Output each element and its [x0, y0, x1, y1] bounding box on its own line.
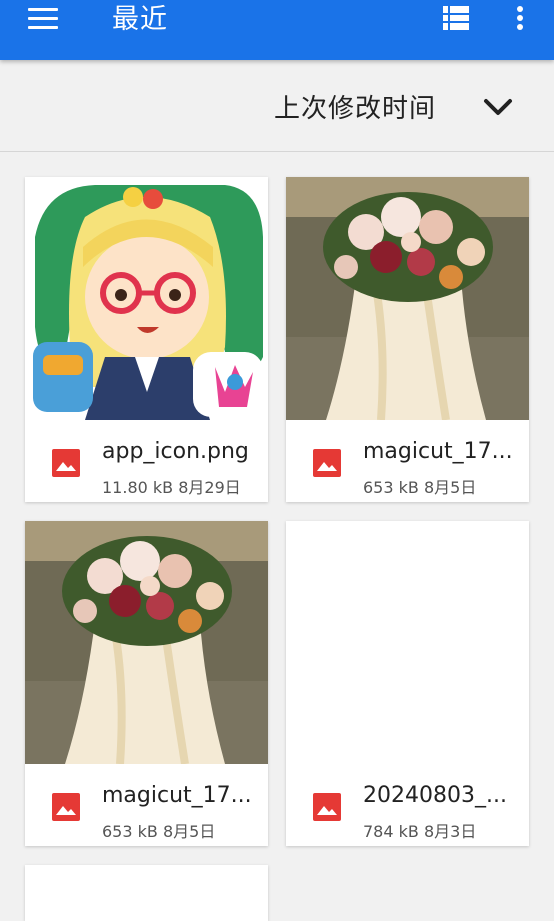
file-meta: 11.80 kB 8月29日	[102, 474, 241, 498]
chevron-down-icon[interactable]	[482, 96, 514, 118]
file-info: 20240803_... 784 kB 8月3日	[286, 764, 529, 846]
file-size: 11.80 kB	[102, 478, 174, 497]
file-meta: 653 kB 8月5日	[102, 818, 215, 842]
file-date: 8月5日	[423, 478, 477, 497]
thumbnail-image	[286, 521, 529, 764]
file-card[interactable]: app_icon.png 11.80 kB 8月29日	[25, 177, 268, 502]
file-name: 20240803_...	[363, 783, 507, 808]
sort-label[interactable]: 上次修改时间	[274, 88, 436, 125]
file-meta: 653 kB 8月5日	[363, 474, 476, 498]
file-date: 8月3日	[423, 822, 477, 841]
file-info: magicut_17... 653 kB 8月5日	[25, 764, 268, 846]
file-size: 784 kB	[363, 822, 419, 841]
file-info: app_icon.png 11.80 kB 8月29日	[25, 420, 268, 502]
image-file-icon	[52, 449, 80, 477]
file-info: magicut_17... 653 kB 8月5日	[286, 420, 529, 502]
file-grid: app_icon.png 11.80 kB 8月29日 magicut_17..…	[0, 152, 554, 921]
file-name: magicut_17...	[102, 783, 252, 808]
hamburger-menu-icon[interactable]	[28, 6, 58, 30]
file-card[interactable]: magicut_17... 653 kB 8月5日	[286, 177, 529, 502]
thumbnail-image	[25, 177, 268, 420]
file-size: 653 kB	[102, 822, 158, 841]
file-date: 8月5日	[162, 822, 216, 841]
file-card[interactable]	[25, 865, 268, 921]
file-size: 653 kB	[363, 478, 419, 497]
list-view-icon[interactable]	[443, 6, 469, 30]
file-card[interactable]: magicut_17... 653 kB 8月5日	[25, 521, 268, 846]
app-bar: 最近	[0, 0, 554, 60]
file-meta: 784 kB 8月3日	[363, 818, 476, 842]
file-name: app_icon.png	[102, 439, 249, 464]
image-file-icon	[52, 793, 80, 821]
more-vert-icon[interactable]	[509, 4, 531, 32]
thumbnail-image	[286, 177, 529, 420]
file-card[interactable]: 20240803_... 784 kB 8月3日	[286, 521, 529, 846]
image-file-icon	[313, 793, 341, 821]
thumbnail-image	[25, 521, 268, 764]
file-name: magicut_17...	[363, 439, 513, 464]
file-date: 8月29日	[178, 478, 241, 497]
image-file-icon	[313, 449, 341, 477]
page-title: 最近	[112, 4, 168, 35]
sort-bar: 上次修改时间	[0, 60, 554, 152]
